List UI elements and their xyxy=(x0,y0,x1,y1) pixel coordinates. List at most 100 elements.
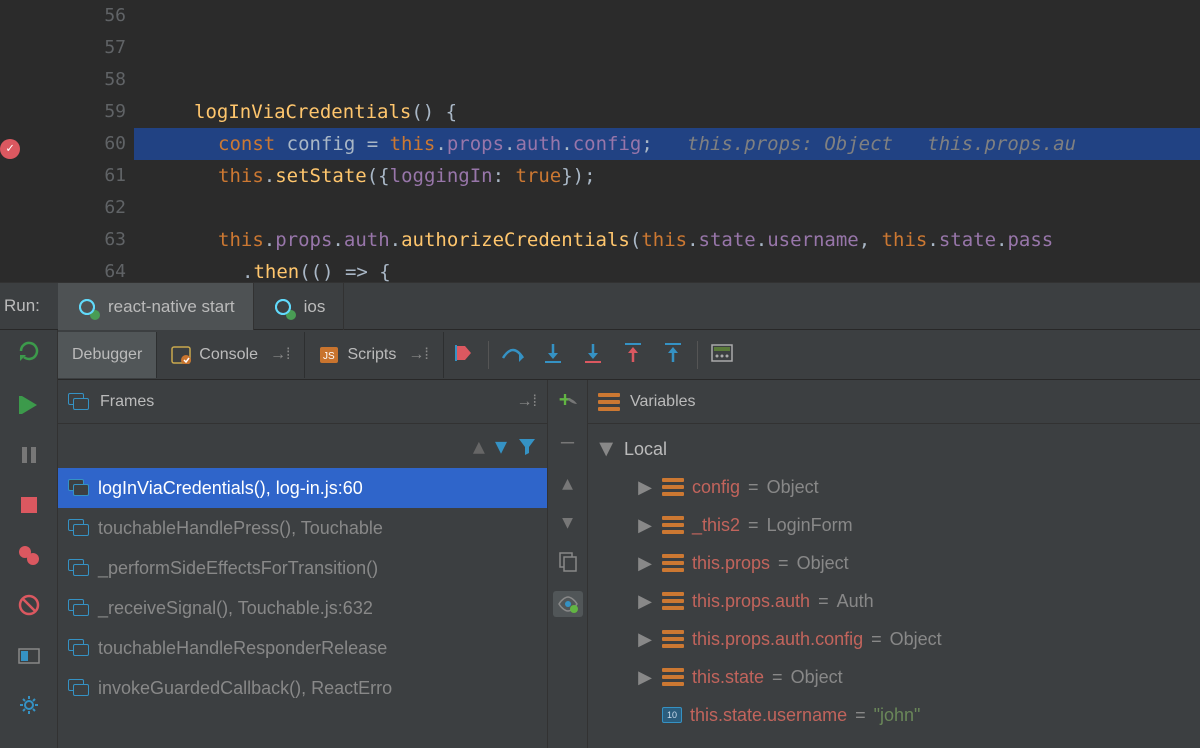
run-toolwindow-tabs: Run: react-native start ios xyxy=(0,282,1200,330)
variable-row[interactable]: ▶this.props = Object xyxy=(588,544,1200,582)
tab-arrow-icon: →⁞ xyxy=(270,346,290,364)
filter-icon[interactable] xyxy=(517,437,537,455)
settings-button[interactable] xyxy=(14,640,44,670)
variable-value: Object xyxy=(797,553,849,574)
variable-value: Object xyxy=(791,667,843,688)
expander-icon[interactable]: ▶ xyxy=(636,515,654,536)
expander-icon[interactable]: ▶ xyxy=(636,629,654,650)
frame-item[interactable]: _performSideEffectsForTransition() xyxy=(58,548,547,588)
primitive-icon: 10 xyxy=(662,707,682,723)
frames-icon xyxy=(68,393,90,411)
code-line[interactable]: this.props.auth.authorizeCredentials(thi… xyxy=(134,224,1200,256)
react-icon xyxy=(272,296,294,318)
breakpoint-icon[interactable]: ✓ xyxy=(0,139,20,159)
variable-name: this.props xyxy=(692,553,770,574)
line-number: 59 xyxy=(24,96,126,128)
frame-icon xyxy=(68,559,90,577)
variable-row[interactable]: ▶this.state = Object xyxy=(588,658,1200,696)
variable-row[interactable]: 10this.state.username = "john" xyxy=(588,696,1200,734)
run-tab-label: react-native start xyxy=(108,297,235,317)
frame-label: invokeGuardedCallback(), ReactErro xyxy=(98,678,392,699)
mute-breakpoints-button[interactable] xyxy=(14,590,44,620)
step-out-button[interactable] xyxy=(653,330,693,376)
view-breakpoints-button[interactable] xyxy=(14,540,44,570)
code-area[interactable]: logInViaCredentials() {const config = th… xyxy=(134,0,1200,282)
frame-item[interactable]: touchableHandlePress(), Touchable xyxy=(58,508,547,548)
rerun-button[interactable] xyxy=(14,336,44,366)
code-line[interactable]: this.setState({loggingIn: true}); xyxy=(134,160,1200,192)
frame-item[interactable]: invokeGuardedCallback(), ReactErro xyxy=(58,668,547,708)
debugger-tab-label: Scripts xyxy=(347,346,396,364)
code-line[interactable] xyxy=(134,192,1200,224)
variable-name: config xyxy=(692,477,740,498)
frame-down-button[interactable]: ▼ xyxy=(495,434,507,458)
variable-row[interactable]: ▶this.props.auth = Auth xyxy=(588,582,1200,620)
remove-watch-button[interactable]: — xyxy=(561,430,574,455)
force-step-into-button[interactable] xyxy=(573,330,613,376)
code-line[interactable]: const config = this.props.auth.config; t… xyxy=(134,128,1200,160)
expander-icon[interactable]: ▶ xyxy=(636,667,654,688)
run-tab[interactable]: react-native start xyxy=(58,283,254,331)
object-icon xyxy=(662,668,684,686)
evaluate-expression-button[interactable] xyxy=(702,330,742,376)
watch-up-button[interactable]: ▲ xyxy=(562,473,573,494)
variable-name: this.props.auth.config xyxy=(692,629,863,650)
variable-name: this.props.auth xyxy=(692,591,810,612)
variable-row[interactable]: ▶this.props.auth.config = Object xyxy=(588,620,1200,658)
frame-up-button[interactable]: ▲ xyxy=(473,434,485,458)
frame-label: touchableHandlePress(), Touchable xyxy=(98,518,383,539)
variables-icon xyxy=(598,393,620,411)
gutter-icons: ✓ xyxy=(0,0,24,282)
scope-row[interactable]: ▶ Local xyxy=(588,430,1200,468)
run-label: Run: xyxy=(0,296,58,316)
gear-icon[interactable] xyxy=(14,690,44,720)
code-editor[interactable]: ✓ 565758596061626364 logInViaCredentials… xyxy=(0,0,1200,282)
code-line[interactable]: .then(() => { xyxy=(134,256,1200,282)
expander-icon[interactable]: ▶ xyxy=(597,440,618,458)
frame-item[interactable]: touchableHandleResponderRelease xyxy=(58,628,547,668)
expander-icon[interactable]: ▶ xyxy=(636,553,654,574)
watches-view-button[interactable] xyxy=(553,591,583,617)
debugger-tab[interactable]: Console→⁞ xyxy=(157,332,305,378)
pause-button[interactable] xyxy=(14,440,44,470)
variable-value: Object xyxy=(767,477,819,498)
add-watch-button[interactable]: + xyxy=(557,390,579,412)
line-number: 61 xyxy=(24,160,126,192)
frame-label: _performSideEffectsForTransition() xyxy=(98,558,378,579)
step-into-button[interactable] xyxy=(533,330,573,376)
copy-button[interactable] xyxy=(558,551,578,573)
frame-label: _receiveSignal(), Touchable.js:632 xyxy=(98,598,373,619)
code-line[interactable]: logInViaCredentials() { xyxy=(134,96,1200,128)
pin-tab-icon[interactable]: →⁞ xyxy=(517,393,537,411)
frame-icon xyxy=(68,679,90,697)
frame-icon xyxy=(68,599,90,617)
frames-title: Frames xyxy=(100,393,154,411)
step-out-button-red[interactable] xyxy=(613,330,653,376)
variable-row[interactable]: ▶config = Object xyxy=(588,468,1200,506)
variables-title: Variables xyxy=(630,393,696,411)
stop-button[interactable] xyxy=(14,490,44,520)
object-icon xyxy=(662,554,684,572)
scope-label: Local xyxy=(624,439,667,460)
line-number: 58 xyxy=(24,64,126,96)
variable-name: _this2 xyxy=(692,515,740,536)
watch-down-button[interactable]: ▼ xyxy=(562,512,573,533)
step-over-button[interactable] xyxy=(493,330,533,376)
debugger-tabs: DebuggerConsole→⁞JSScripts→⁞ xyxy=(58,330,444,379)
run-tab[interactable]: ios xyxy=(254,283,345,331)
frame-item[interactable]: _receiveSignal(), Touchable.js:632 xyxy=(58,588,547,628)
object-icon xyxy=(662,630,684,648)
debugger-tab[interactable]: JSScripts→⁞ xyxy=(305,332,443,378)
expander-icon[interactable]: ▶ xyxy=(636,591,654,612)
debugger-tab[interactable]: Debugger xyxy=(58,332,157,378)
variable-row[interactable]: ▶_this2 = LoginForm xyxy=(588,506,1200,544)
frame-icon xyxy=(68,519,90,537)
resume-button[interactable] xyxy=(14,390,44,420)
expander-icon[interactable]: ▶ xyxy=(636,477,654,498)
frame-icon xyxy=(68,479,90,497)
frame-item[interactable]: logInViaCredentials(), log-in.js:60 xyxy=(58,468,547,508)
line-number: 56 xyxy=(24,0,126,32)
frame-icon xyxy=(68,639,90,657)
variable-name: this.state xyxy=(692,667,764,688)
show-execution-point-button[interactable] xyxy=(444,330,484,376)
